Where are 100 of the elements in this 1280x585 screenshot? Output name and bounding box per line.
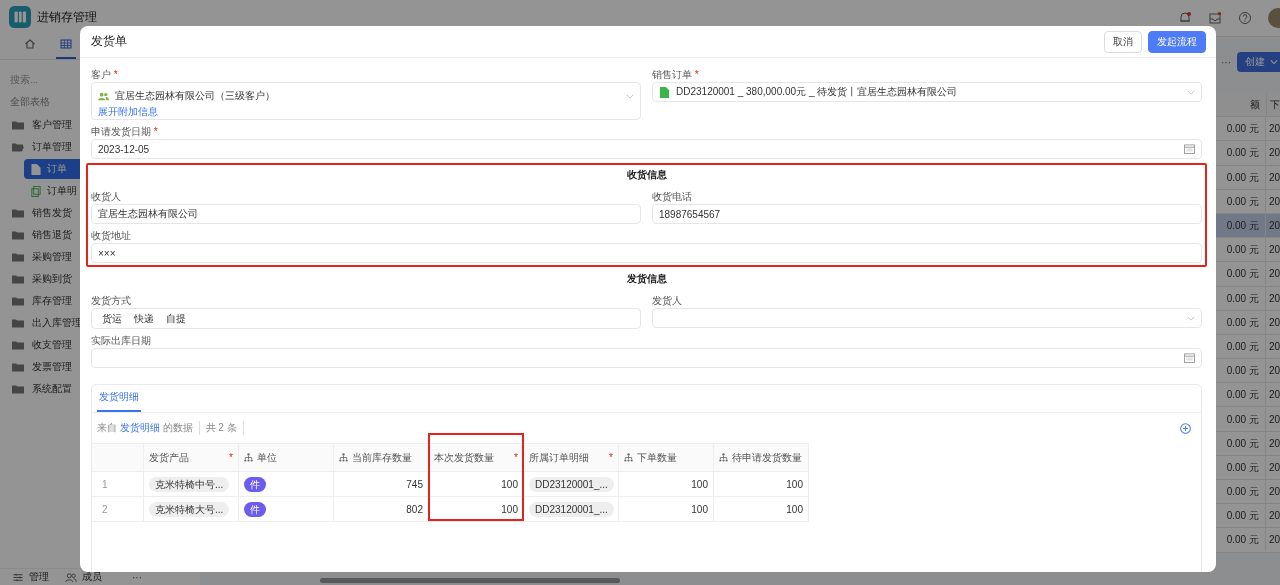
inbox-icon[interactable] <box>1208 11 1222 25</box>
sidebar-item[interactable]: 客户管理 <box>10 115 74 135</box>
cancel-button[interactable]: 取消 <box>1104 30 1142 53</box>
folder-icon <box>12 361 24 373</box>
section-title: 发货信息 <box>625 272 668 286</box>
table-row[interactable]: 0.00 元 20 <box>1214 262 1280 287</box>
table-row[interactable]: 0.00 元 20 <box>1214 359 1280 384</box>
table-row[interactable]: 0.00 元 20 <box>1214 504 1280 529</box>
table-row[interactable]: 0.00 元 20 <box>1214 141 1280 166</box>
column-header: 待申请发货数量 <box>714 444 809 471</box>
table-cell-text: 20 <box>1267 437 1280 449</box>
column-header: 当前库存数量 <box>334 444 429 471</box>
sidebar-item[interactable]: 订单明 <box>24 181 80 201</box>
field-label: 销售订单 * <box>652 68 699 82</box>
detail-tab[interactable]: 发货明细 <box>97 390 141 412</box>
calendar-icon <box>1184 144 1195 154</box>
sidebar-item[interactable]: 采购到货 <box>10 269 74 289</box>
help-icon[interactable] <box>1238 11 1252 25</box>
folder-icon <box>12 207 24 219</box>
column-header: 本次发货数量 * <box>429 444 524 471</box>
footer-link[interactable]: 管理 <box>12 570 49 584</box>
table-cell: 100 <box>501 478 518 490</box>
folder-icon <box>12 295 24 307</box>
table-cell-text: 20 <box>1267 268 1280 280</box>
unit-badge: 件 <box>244 476 266 492</box>
sidebar-item[interactable]: 销售退货 <box>10 225 74 245</box>
column-header: 下单数量 <box>619 444 714 471</box>
option-button[interactable]: 货运 <box>96 309 128 328</box>
date-field[interactable] <box>91 348 1202 368</box>
expand-link[interactable]: 展开附加信息 <box>98 105 158 119</box>
app-logo-icon <box>9 6 31 28</box>
more-button[interactable]: ··· <box>1221 56 1231 68</box>
sidebar-item[interactable]: 库存管理 <box>10 291 74 311</box>
create-button[interactable]: 创建 <box>1237 52 1280 72</box>
people-icon <box>98 90 109 102</box>
date-field[interactable]: 2023-12-05 <box>91 139 1202 159</box>
sidebar-item[interactable]: 收支管理 <box>10 335 74 355</box>
sidebar-item[interactable]: 订单 <box>24 159 80 179</box>
section-heading: 全部表格 <box>10 95 50 109</box>
record-tag[interactable]: DD23120001_... <box>529 501 614 517</box>
required-mark: * <box>609 452 613 463</box>
scrollbar[interactable] <box>320 578 620 583</box>
text-field[interactable]: ××× <box>91 243 1202 263</box>
text-field[interactable]: 宜居生态园林有限公司 <box>91 204 641 224</box>
submit-button[interactable]: 发起流程 <box>1148 30 1206 53</box>
text-field[interactable]: 18987654567 <box>652 204 1202 224</box>
hierarchy-icon <box>339 453 348 462</box>
add-icon[interactable] <box>1180 422 1191 434</box>
folder-icon <box>12 317 24 329</box>
row-number: 2 <box>92 497 144 521</box>
people-icon <box>65 571 77 583</box>
field-value: 2023-12-05 <box>98 143 150 155</box>
more-button[interactable]: ··· <box>132 571 142 583</box>
select-field[interactable] <box>652 308 1202 328</box>
file-icon <box>30 163 42 175</box>
sidebar-item[interactable]: 销售发货 <box>10 203 74 223</box>
sliders-icon <box>12 571 24 583</box>
record-tag[interactable]: DD23120001_... <box>529 476 614 492</box>
footer-link[interactable]: 成员 <box>65 570 102 584</box>
table-cell-text: 20 <box>1267 389 1280 401</box>
chevron-icon <box>1187 315 1195 321</box>
table-cell-text: 20 <box>1267 316 1280 328</box>
column-header: 下 <box>1269 97 1280 112</box>
table-row[interactable]: 0.00 元 20 <box>1214 407 1280 432</box>
chevron-icon <box>1187 89 1195 95</box>
record-count: 共 2 条 <box>205 421 244 435</box>
required-mark: * <box>229 452 233 463</box>
folder-icon <box>12 119 24 131</box>
sidebar-item[interactable]: 系统配置 <box>10 379 74 399</box>
column-header: 发货产品 * <box>144 444 239 471</box>
table-icon <box>60 38 72 50</box>
table-cell-text: 20 <box>1267 486 1280 498</box>
source-link[interactable]: 发货明细 <box>119 422 160 433</box>
tables-tab[interactable] <box>56 38 76 59</box>
source-text: 来自 发货明细 的数据 <box>97 421 200 435</box>
notification-icon[interactable] <box>1178 11 1192 25</box>
select-field[interactable]: DD23120001 _ 380,000.00元 _ 待发货丨宜居生态园林有限公司 <box>652 82 1202 102</box>
table-row[interactable]: 0.00 元 20 <box>1214 480 1280 505</box>
option-button[interactable]: 自提 <box>160 309 192 328</box>
record-tag[interactable]: 克米特椅中号... <box>149 476 230 492</box>
table-cell-text: 20 <box>1267 195 1280 207</box>
table-row[interactable]: 0.00 元 20 <box>1214 528 1280 553</box>
table-row[interactable]: 0.00 元 20 <box>1214 383 1280 408</box>
table-row[interactable]: 0.00 元 20 <box>1214 238 1280 263</box>
table-cell-text: 20 <box>1267 292 1280 304</box>
table-cell-text: 20 <box>1267 123 1280 135</box>
table-cell-text: 20 <box>1267 220 1280 232</box>
sidebar-item[interactable]: 采购管理 <box>10 247 74 267</box>
option-button[interactable]: 快递 <box>128 309 160 328</box>
select-field[interactable]: 宜居生态园林有限公司（三级客户） 展开附加信息 <box>91 82 641 120</box>
table-row[interactable]: 0.00 元 20 <box>1214 117 1280 142</box>
record-tag[interactable]: 克米特椅大号... <box>149 501 230 517</box>
field-value: 18987654567 <box>659 208 721 220</box>
column-header: 所属订单明细 * <box>524 444 619 471</box>
chevron-icon <box>1270 59 1278 65</box>
table-cell-text: 20 <box>1267 244 1280 256</box>
table-cell-text: 20 <box>1267 365 1280 377</box>
sidebar-item[interactable]: 发票管理 <box>10 357 74 377</box>
sidebar-item[interactable]: 订单管理 <box>10 137 74 157</box>
table-cell-text: 20 <box>1267 413 1280 425</box>
